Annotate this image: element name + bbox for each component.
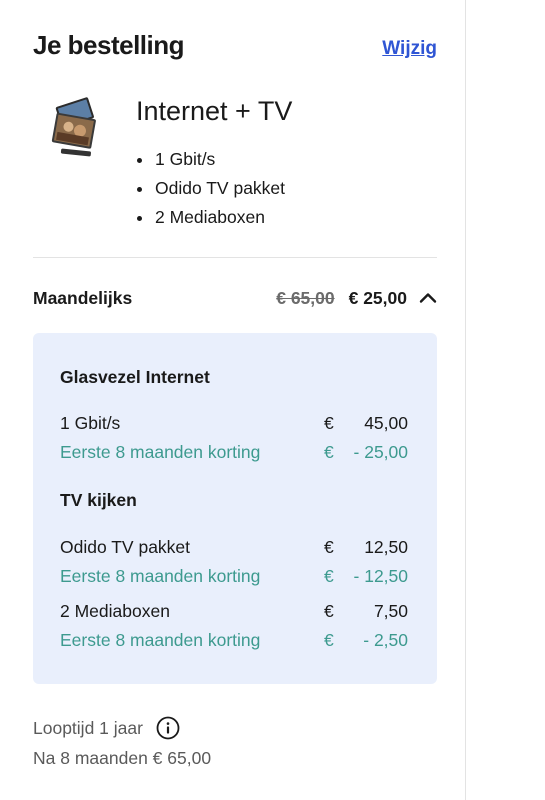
contract-term: Looptijd 1 jaar xyxy=(33,715,180,741)
currency-symbol: € xyxy=(324,630,334,650)
discount-line: Eerste 8 maanden korting € - 12,50 xyxy=(60,566,408,590)
feature-item: 1 Gbit/s xyxy=(136,145,285,174)
price-breakdown: Glasvezel Internet 1 Gbit/s € 45,00 Eers… xyxy=(33,333,437,684)
price-line: 2 Mediaboxen € 7,50 xyxy=(60,601,408,625)
new-price: € 25,00 xyxy=(348,287,407,308)
product-features: 1 Gbit/s Odido TV pakket 2 Mediaboxen xyxy=(136,145,285,232)
line-amount: 12,50 xyxy=(364,537,408,557)
section-title-tv: TV kijken xyxy=(60,490,137,510)
section-divider xyxy=(33,257,437,258)
price-line: 1 Gbit/s € 45,00 xyxy=(60,413,408,437)
currency-symbol: € xyxy=(324,537,334,557)
line-amount: - 2,50 xyxy=(363,630,408,650)
panel-divider xyxy=(465,0,466,800)
line-amount: - 25,00 xyxy=(353,442,408,462)
order-summary-card: Je bestelling Wijzig Internet + TV 1 Gbi… xyxy=(0,0,465,800)
line-description: Odido TV pakket xyxy=(60,537,191,557)
order-header: Je bestelling Wijzig xyxy=(33,30,437,61)
monthly-label: Maandelijks xyxy=(33,287,133,308)
line-description: 1 Gbit/s xyxy=(60,413,121,433)
line-amount: - 12,50 xyxy=(353,566,408,586)
info-icon[interactable] xyxy=(156,716,180,740)
product-summary: Internet + TV 1 Gbit/s Odido TV pakket 2… xyxy=(33,92,437,232)
monthly-price-toggle[interactable]: Maandelijks € 65,00 € 25,00 xyxy=(33,285,437,311)
edit-order-link[interactable]: Wijzig xyxy=(382,38,437,60)
line-amount: 7,50 xyxy=(373,601,408,621)
line-amount: 45,00 xyxy=(364,413,408,433)
order-title: Je bestelling xyxy=(33,30,185,60)
section-title-internet: Glasvezel Internet xyxy=(60,367,210,387)
feature-item: Odido TV pakket xyxy=(136,174,285,203)
discount-line: Eerste 8 maanden korting € - 25,00 xyxy=(60,442,408,466)
product-name: Internet + TV xyxy=(136,96,293,126)
term-label: Looptijd 1 jaar xyxy=(33,717,143,738)
currency-symbol: € xyxy=(324,566,334,586)
line-description: 2 Mediaboxen xyxy=(60,601,170,621)
price-after-discount: Na 8 maanden € 65,00 xyxy=(33,748,212,768)
discount-line: Eerste 8 maanden korting € - 2,50 xyxy=(60,630,408,654)
line-description: Eerste 8 maanden korting xyxy=(60,442,261,462)
chevron-up-icon[interactable] xyxy=(419,289,437,307)
currency-symbol: € xyxy=(324,442,334,462)
line-description: Eerste 8 maanden korting xyxy=(60,630,261,650)
line-description: Eerste 8 maanden korting xyxy=(60,566,261,586)
feature-item: 2 Mediaboxen xyxy=(136,203,285,232)
currency-symbol: € xyxy=(324,601,334,621)
price-line: Odido TV pakket € 12,50 xyxy=(60,537,408,561)
currency-symbol: € xyxy=(324,413,334,433)
old-price: € 65,00 xyxy=(276,287,335,308)
product-image xyxy=(51,97,96,157)
